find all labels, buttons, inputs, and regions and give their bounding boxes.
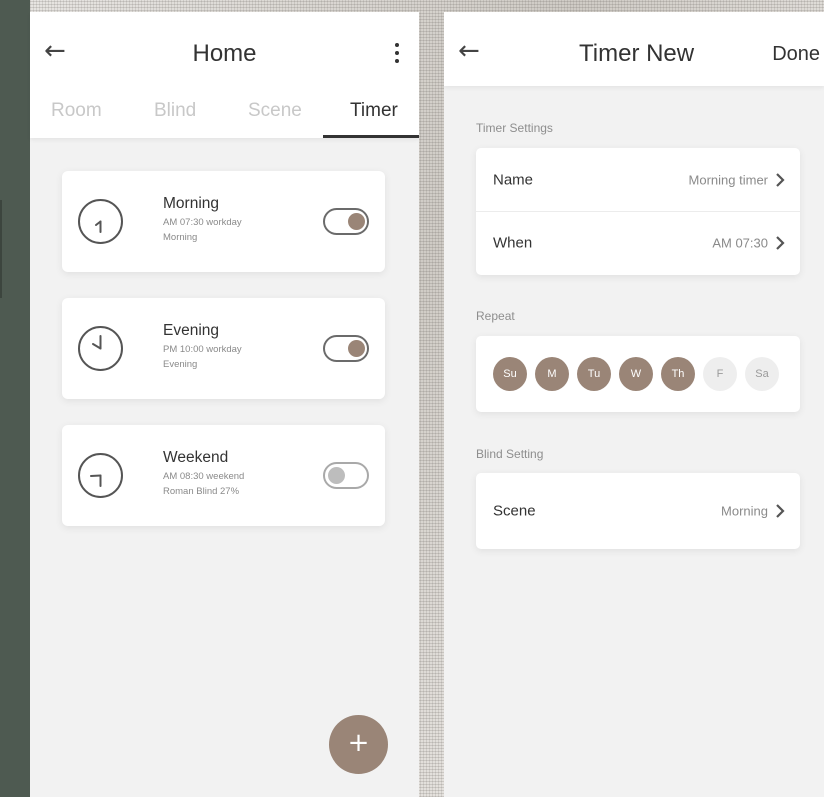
timer-toggle[interactable] (323, 335, 369, 362)
section-label-repeat: Repeat (476, 309, 515, 323)
timer-new-screen: ← Timer New Done Timer Settings Name Mor… (444, 12, 824, 797)
timer-name: Evening (163, 322, 220, 339)
when-row[interactable]: When AM 07:30 (476, 211, 800, 274)
done-button[interactable]: Done (772, 43, 820, 66)
timer-card-weekend[interactable]: Weekend AM 08:30 weekend Roman Blind 27% (62, 425, 385, 526)
timer-card-evening[interactable]: Evening PM 10:00 workday Evening (62, 298, 385, 399)
toggle-knob (348, 340, 365, 357)
chevron-right-icon (776, 236, 785, 250)
timer-settings-panel: Name Morning timer When AM 07:30 (476, 148, 800, 275)
scene-row[interactable]: Scene Morning (476, 473, 800, 549)
clock-icon (78, 199, 123, 244)
name-label: Name (493, 171, 534, 188)
page-title: Timer New (579, 40, 695, 67)
day-thursday[interactable]: Th (661, 357, 695, 391)
timer-card-morning[interactable]: Morning AM 07:30 workday Morning (62, 171, 385, 272)
timer-schedule: AM 08:30 weekend (163, 471, 245, 482)
day-saturday[interactable]: Sa (745, 357, 779, 391)
chevron-right-icon (776, 172, 785, 187)
timer-target: Evening (163, 359, 198, 370)
back-arrow-icon[interactable]: ← (458, 38, 480, 64)
when-label: When (493, 234, 533, 252)
chevron-right-icon (776, 504, 785, 518)
clock-icon (78, 453, 123, 498)
home-screen: ← Home Room Blind Scene Timer Morning AM… (30, 12, 419, 797)
blind-setting-panel: Scene Morning (476, 473, 800, 549)
timer-toggle[interactable] (323, 462, 369, 489)
day-sunday[interactable]: Su (493, 357, 527, 391)
toggle-knob (328, 467, 345, 484)
scene-value: Morning (721, 503, 768, 519)
background-sidebar-notch (0, 200, 2, 298)
tab-timer[interactable]: Timer (350, 100, 398, 122)
more-options-icon[interactable] (393, 43, 401, 63)
timer-target: Morning (163, 232, 198, 243)
scene-label: Scene (493, 502, 536, 520)
tab-bar: Room Blind Scene Timer (30, 100, 419, 138)
timer-toggle[interactable] (323, 208, 369, 235)
name-value: Morning timer (688, 172, 768, 187)
timer-schedule: PM 10:00 workday (163, 344, 242, 355)
day-tuesday[interactable]: Tu (577, 357, 611, 391)
home-header: ← Home Room Blind Scene Timer (30, 12, 419, 138)
day-wednesday[interactable]: W (619, 357, 653, 391)
timer-name: Morning (163, 195, 219, 212)
tab-scene[interactable]: Scene (248, 100, 302, 122)
name-row[interactable]: Name Morning timer (476, 148, 800, 211)
active-tab-indicator (323, 135, 419, 138)
section-label-blind-setting: Blind Setting (476, 447, 544, 461)
add-timer-button[interactable]: + (329, 715, 388, 774)
toggle-knob (348, 213, 365, 230)
section-label-timer-settings: Timer Settings (476, 121, 553, 135)
day-friday[interactable]: F (703, 357, 737, 391)
background-sidebar (0, 0, 30, 797)
timer-new-header: ← Timer New Done (444, 12, 824, 86)
page-title: Home (192, 40, 257, 67)
repeat-panel: Su M Tu W Th F Sa (476, 336, 800, 412)
timer-target: Roman Blind 27% (163, 486, 240, 497)
day-selector: Su M Tu W Th F Sa (493, 357, 779, 391)
clock-icon (78, 326, 123, 371)
day-monday[interactable]: M (535, 357, 569, 391)
timer-name: Weekend (163, 449, 229, 466)
when-value: AM 07:30 (712, 235, 768, 251)
tab-room[interactable]: Room (51, 100, 102, 122)
timer-schedule: AM 07:30 workday (163, 217, 242, 228)
tab-blind[interactable]: Blind (154, 100, 196, 122)
